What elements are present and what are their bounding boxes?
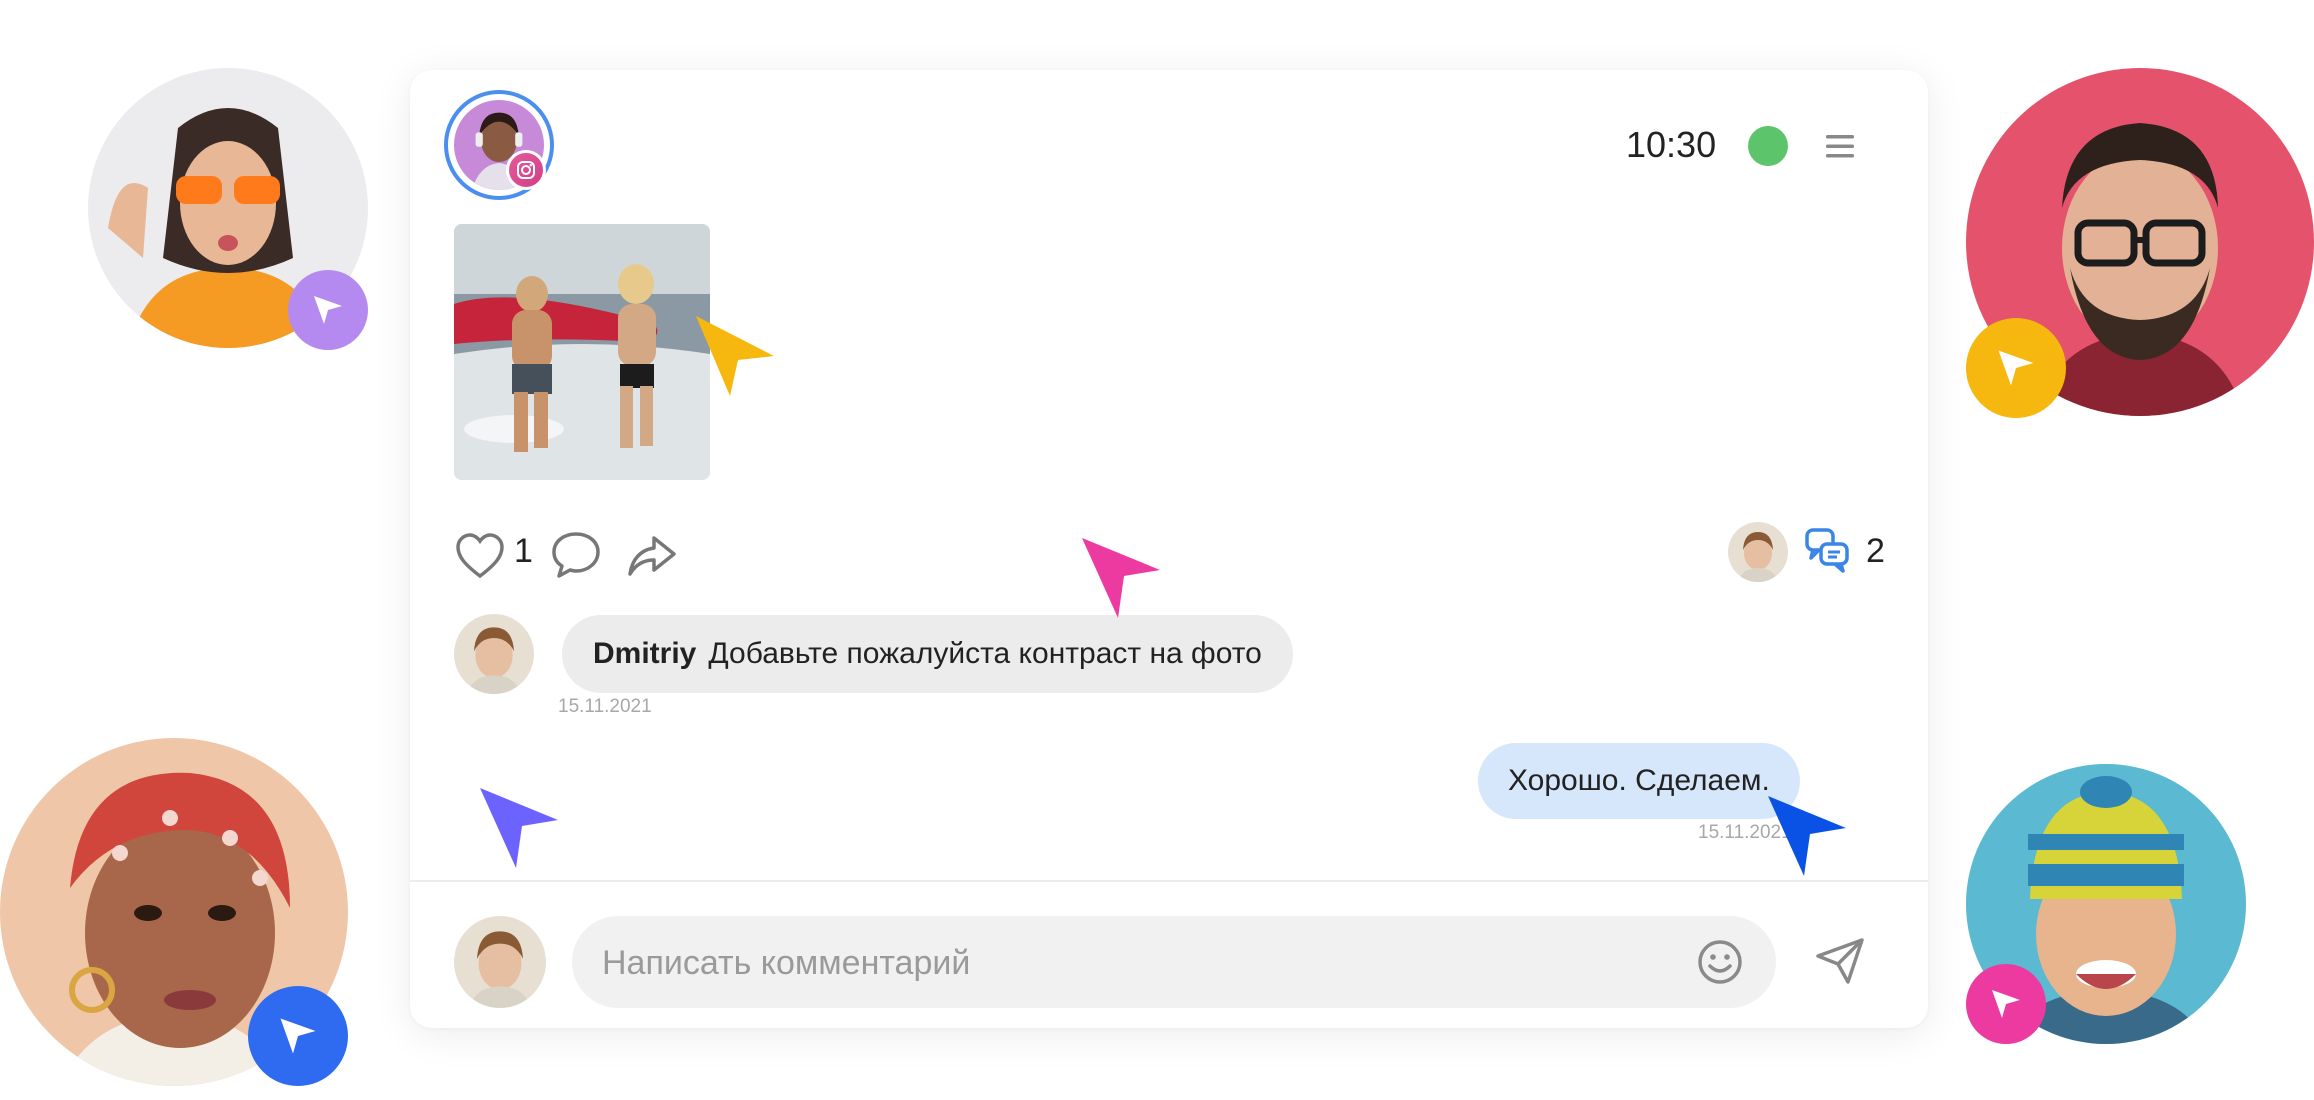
- comment-input-wrapper: [572, 916, 1776, 1010]
- pointer-yellow-icon: [696, 316, 774, 396]
- discussion-icon[interactable]: [1804, 526, 1850, 574]
- comment-bubble-incoming: Dmitriy Добавьте пожалуйста контраст на …: [562, 615, 1293, 693]
- comment-author[interactable]: Dmitriy: [593, 637, 696, 671]
- share-arrow-icon[interactable]: [626, 532, 678, 580]
- pointer-darkblue-icon: [1768, 796, 1846, 876]
- pointer-pink-icon: [1082, 538, 1160, 618]
- smile-icon[interactable]: [1696, 938, 1744, 986]
- like-count: 1: [514, 532, 533, 570]
- comment-input[interactable]: [600, 916, 1664, 1010]
- commenter-avatar[interactable]: [454, 614, 534, 694]
- cursor-badge-yellow: [1966, 318, 2066, 418]
- composer-divider: [410, 880, 1928, 882]
- reply-text: Хорошо. Сделаем.: [1508, 764, 1770, 797]
- comment-bubble-outgoing: Хорошо. Сделаем.: [1478, 743, 1800, 819]
- instagram-icon: [506, 150, 546, 190]
- post-photo[interactable]: [454, 224, 710, 480]
- paper-plane-icon[interactable]: [1814, 934, 1866, 986]
- post-comments-card: 10:30 1 2 Dmitriy Добавьте пожалуйста ко…: [410, 70, 1928, 1028]
- current-user-avatar: [454, 916, 546, 1008]
- online-status-dot: [1748, 126, 1788, 166]
- comment-text: Добавьте пожалуйста контраст на фото: [708, 637, 1262, 670]
- cursor-badge-blue: [248, 986, 348, 1086]
- participant-avatar: [1728, 522, 1788, 582]
- hamburger-menu-icon[interactable]: [1822, 128, 1858, 164]
- cursor-badge-pink: [1966, 964, 2046, 1044]
- like-heart-icon[interactable]: [454, 532, 506, 580]
- comment-bubble-icon[interactable]: [550, 530, 602, 580]
- discussion-count: 2: [1866, 532, 1885, 570]
- pointer-violet-icon: [480, 788, 558, 868]
- post-time: 10:30: [1626, 124, 1717, 165]
- cursor-badge-purple: [288, 270, 368, 350]
- comment-date: 15.11.2021: [558, 696, 652, 717]
